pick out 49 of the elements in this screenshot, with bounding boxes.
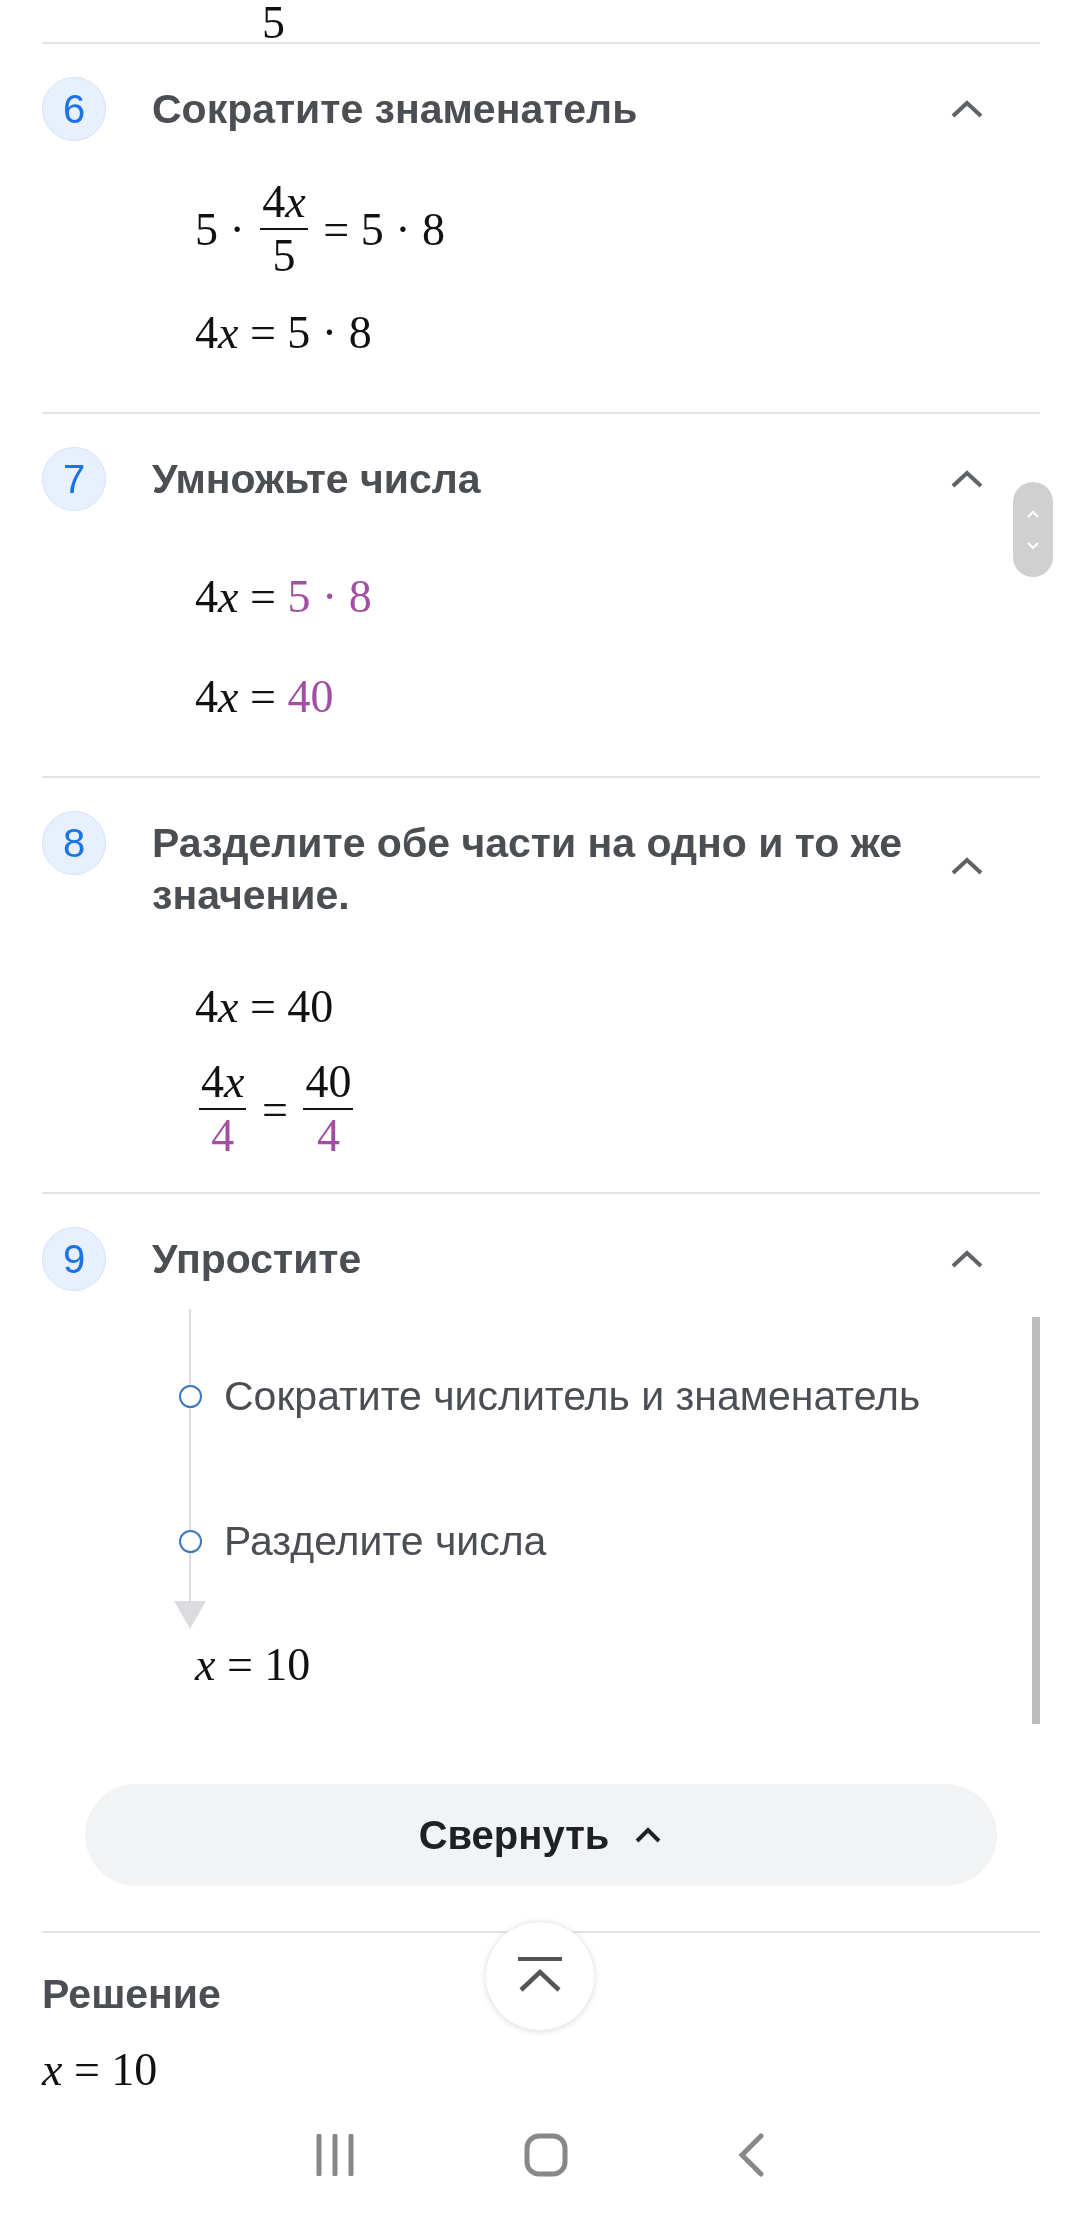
substep-text[interactable]: Разделите числа [224,1517,547,1565]
home-icon[interactable] [524,2133,568,2177]
numerator-text: 4 [201,1056,224,1107]
numerator-text: x [285,176,306,227]
math-text: 4 [195,305,218,359]
step-title: Упростите [152,1235,363,1284]
math-text: = [248,669,277,723]
substep-text[interactable]: Сократите числитель и знаменатель [224,1372,921,1420]
numerator-text: 40 [305,1056,352,1107]
math-text: = [260,1082,289,1136]
denominator-text: 4 [316,1110,340,1161]
math-text: 5 [262,0,285,42]
numerator-text: x [224,1056,245,1107]
math-text: = 5 · 8 [322,202,445,256]
math-text: x [218,569,239,623]
step-number: 7 [42,447,106,511]
math-text: 4 [195,669,218,723]
scroll-handle[interactable] [1013,482,1053,577]
timeline-dot-icon [179,1384,202,1408]
recent-apps-icon[interactable] [314,2134,355,2176]
step-title: Разделите обе части на одно и то же значение. [152,819,904,920]
timeline-dot-icon [179,1529,202,1553]
math-text: 4 [195,569,218,623]
math-text: 5 · 8 [287,569,372,623]
back-icon[interactable] [737,2133,766,2177]
math-text: 40 [287,669,334,723]
solution-title: Решение [42,1970,221,2019]
denominator-text: 4 [211,1110,235,1161]
math-text: x [218,305,239,359]
math-text: x [218,979,239,1033]
math-text: = 10 [72,2042,158,2090]
step-number: 9 [42,1227,106,1291]
math-text: = 5 · 8 [248,305,372,359]
math-text: x [42,2042,63,2090]
step-number: 6 [42,77,106,141]
step-number: 8 [42,811,106,875]
math-text: x [218,669,239,723]
denominator-text: 5 [272,230,296,281]
math-text: = 40 [248,979,334,1033]
numerator-text: 4 [262,176,286,227]
arrowhead-icon [174,1601,206,1629]
math-text: = 10 [225,1637,311,1691]
math-text: 5 · [195,202,246,256]
step-title: Умножьте числа [152,455,482,504]
math-text: 4 [195,979,218,1033]
collapse-button[interactable]: Свернуть [85,1784,997,1886]
math-text: x [195,1637,216,1691]
math-text: = [248,569,277,623]
step-title: Сократите знаменатель [152,85,639,134]
